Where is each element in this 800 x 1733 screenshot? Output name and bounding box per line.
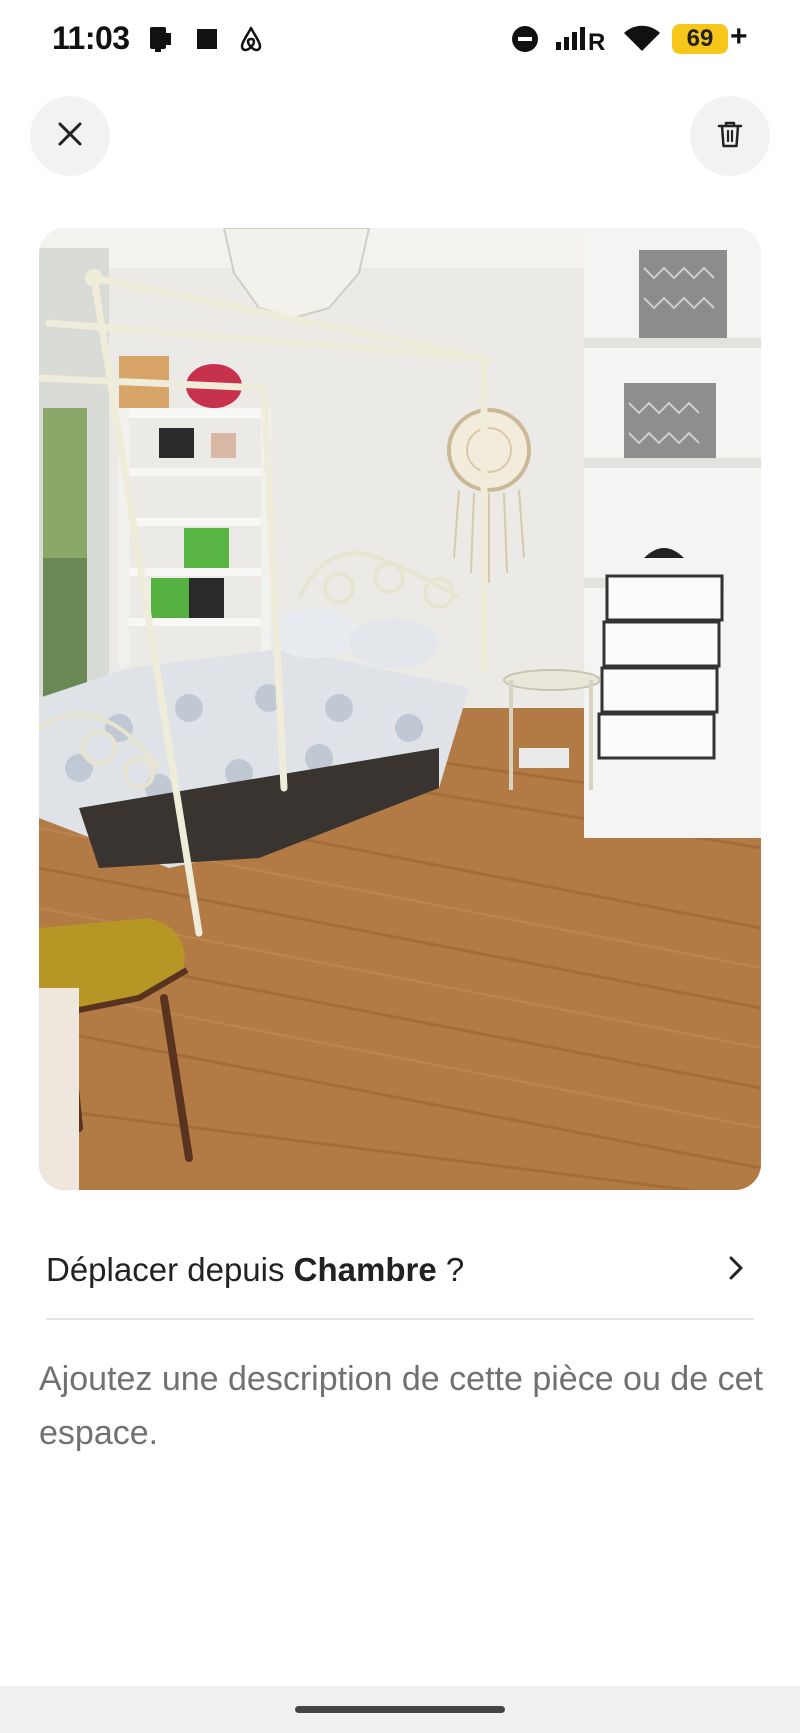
svg-text:R: R: [588, 29, 605, 54]
do-not-disturb-icon: [510, 24, 540, 59]
signal-icon: R: [554, 24, 612, 59]
close-icon: [55, 119, 85, 154]
home-indicator[interactable]: [295, 1706, 505, 1713]
delete-button[interactable]: [690, 96, 770, 176]
chevron-right-icon: [726, 1253, 746, 1288]
status-time: 11:03: [52, 20, 130, 56]
description-placeholder[interactable]: Ajoutez une description de cette pièce o…: [39, 1352, 769, 1460]
airbnb-icon: [236, 24, 266, 59]
move-prefix: Déplacer depuis: [46, 1251, 294, 1288]
trash-icon: [714, 118, 746, 155]
bedroom-photo[interactable]: [39, 228, 761, 1190]
status-bar: 11:03 R 69 +: [0, 0, 800, 80]
move-suffix: ?: [436, 1251, 465, 1288]
wifi-icon: [622, 24, 662, 59]
move-from-room-row[interactable]: Déplacer depuis Chambre ?: [46, 1222, 754, 1320]
stop-square-icon: [195, 24, 221, 59]
battery-level: 69: [686, 25, 714, 52]
battery-charging-plus: +: [730, 20, 748, 53]
tablet-icon: [145, 24, 175, 59]
room-name: Chambre: [293, 1251, 437, 1288]
close-button[interactable]: [30, 96, 110, 176]
battery-icon: 69: [672, 24, 728, 54]
move-from-room-label: Déplacer depuis Chambre ?: [46, 1251, 464, 1289]
